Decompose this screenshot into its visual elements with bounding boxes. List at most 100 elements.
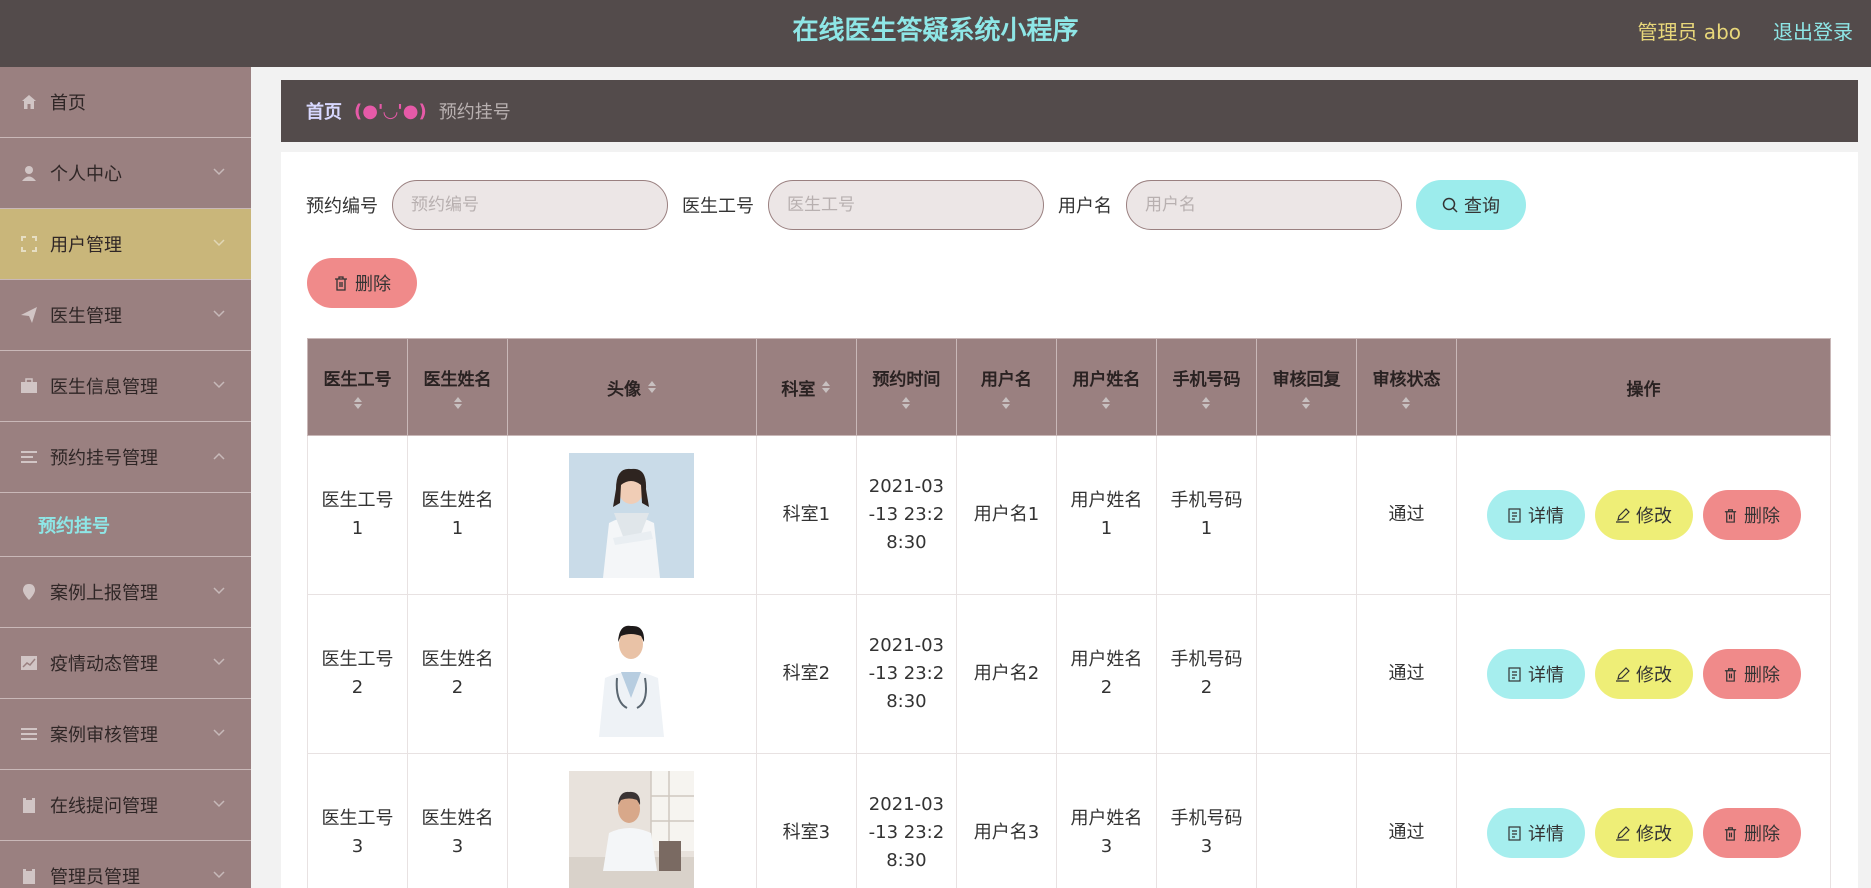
sidebar-item-admin-management[interactable]: 管理员管理 <box>0 841 251 888</box>
sidebar-item-personal-center[interactable]: 个人中心 <box>0 138 251 209</box>
delete-button[interactable]: 删除 <box>1702 649 1801 699</box>
cell-doctor-no: 医生工号 1 <box>306 435 409 595</box>
col-avatar[interactable]: 头像 <box>507 338 757 436</box>
sidebar-subitem-appointment[interactable]: 预约挂号 <box>0 493 251 557</box>
sort-icon <box>1202 396 1211 409</box>
sidebar-item-user-management[interactable]: 用户管理 <box>0 209 251 280</box>
cell-doctor-no: 医生工号 2 <box>306 594 409 754</box>
briefcase-icon <box>20 377 38 395</box>
logout-link[interactable]: 退出登录 <box>1773 16 1853 45</box>
breadcrumb-home[interactable]: 首页 <box>306 98 342 124</box>
cell-username: 用户名2 <box>955 594 1057 754</box>
sidebar-item-label: 疫情动态管理 <box>50 654 158 675</box>
sidebar-item-label: 案例上报管理 <box>50 583 158 604</box>
sidebar-item-epidemic-management[interactable]: 疫情动态管理 <box>0 628 251 699</box>
search-icon <box>1442 197 1458 213</box>
search-label-doctor-no: 医生工号 <box>682 196 754 217</box>
query-button[interactable]: 查询 <box>1416 180 1526 230</box>
cell-phone: 手机号码 2 <box>1155 594 1257 754</box>
location-icon <box>20 583 38 601</box>
top-bar: 在线医生答疑系统小程序 管理员 abo 退出登录 <box>0 0 1871 67</box>
document-icon <box>1508 507 1521 523</box>
chevron-down-icon <box>213 310 225 318</box>
detail-button[interactable]: 详情 <box>1486 490 1585 540</box>
chevron-down-icon <box>213 239 225 247</box>
expand-icon <box>20 235 38 253</box>
sidebar-item-label: 用户管理 <box>50 235 122 256</box>
cell-doctor-no: 医生工号 3 <box>306 753 409 888</box>
delete-button[interactable]: 删除 <box>1702 808 1801 858</box>
edit-button[interactable]: 修改 <box>1594 490 1693 540</box>
appointment-no-input[interactable] <box>392 180 668 230</box>
username-input[interactable] <box>1126 180 1402 230</box>
admin-info: 管理员 abo <box>1637 20 1741 44</box>
col-doctor-name[interactable]: 医生姓名 <box>407 338 509 436</box>
sidebar-item-appointment-management[interactable]: 预约挂号管理 <box>0 422 251 493</box>
doctor-avatar-image <box>569 452 695 578</box>
trash-icon <box>335 276 347 291</box>
cell-appointment-time: 2021-03 -13 23:2 8:30 <box>855 435 957 595</box>
chevron-up-icon <box>213 452 225 460</box>
cell-review-reply <box>1255 594 1357 754</box>
sort-icon <box>1102 396 1111 409</box>
sidebar-item-case-review-management[interactable]: 案例审核管理 <box>0 699 251 770</box>
cell-review-status: 通过 <box>1355 435 1458 595</box>
sort-icon <box>1302 396 1311 409</box>
col-user-fullname[interactable]: 用户姓名 <box>1055 338 1157 436</box>
trash-icon <box>1724 508 1737 523</box>
sort-icon <box>822 381 831 393</box>
table-header-row: 医生工号 医生姓名 头像 科室 预约时间 用户名 用户姓名 手机号码 审核回复 … <box>306 338 1831 436</box>
app-title: 在线医生答疑系统小程序 <box>792 16 1079 46</box>
chevron-down-icon <box>213 587 225 595</box>
chevron-down-icon <box>213 381 225 389</box>
sidebar-item-online-question-management[interactable]: 在线提问管理 <box>0 770 251 841</box>
clipboard-icon <box>20 796 38 814</box>
sidebar-item-label: 医生信息管理 <box>50 377 158 398</box>
detail-button[interactable]: 详情 <box>1486 808 1585 858</box>
delete-button[interactable]: 删除 <box>1702 490 1801 540</box>
list-panel: 预约编号 医生工号 用户名 查询 删除 医生工号 <box>281 152 1858 888</box>
edit-button[interactable]: 修改 <box>1594 649 1693 699</box>
sidebar-item-home[interactable]: 首页 <box>0 67 251 138</box>
chevron-down-icon <box>213 729 225 737</box>
col-department[interactable]: 科室 <box>755 338 857 436</box>
col-username[interactable]: 用户名 <box>955 338 1057 436</box>
batch-delete-button[interactable]: 删除 <box>307 258 417 308</box>
sort-icon <box>647 381 656 393</box>
search-label-appointment-no: 预约编号 <box>306 196 378 217</box>
col-appointment-time[interactable]: 预约时间 <box>855 338 957 436</box>
sidebar-item-doctor-info-management[interactable]: 医生信息管理 <box>0 351 251 422</box>
search-bar: 预约编号 医生工号 用户名 查询 <box>306 180 1526 230</box>
sidebar-item-doctor-management[interactable]: 医生管理 <box>0 280 251 351</box>
detail-button[interactable]: 详情 <box>1486 649 1585 699</box>
sidebar-item-case-report-management[interactable]: 案例上报管理 <box>0 557 251 628</box>
chevron-down-icon <box>213 658 225 666</box>
sidebar-item-label: 在线提问管理 <box>50 796 158 817</box>
col-actions: 操作 <box>1456 338 1831 436</box>
table-row: 医生工号 3 医生姓名 3 科室3 2021-03 -13 23:2 8:30 … <box>306 753 1831 888</box>
home-icon <box>20 93 38 111</box>
sort-icon <box>1402 396 1411 409</box>
col-doctor-no[interactable]: 医生工号 <box>306 338 409 436</box>
sort-icon <box>453 396 462 409</box>
col-review-status[interactable]: 审核状态 <box>1355 338 1458 436</box>
cell-review-reply <box>1255 753 1357 888</box>
col-review-reply[interactable]: 审核回复 <box>1255 338 1357 436</box>
table-row: 医生工号 1 医生姓名 1 科室1 2021-03 -13 23:2 8:30 … <box>306 435 1831 595</box>
sort-icon <box>902 396 911 409</box>
sidebar-item-label: 管理员管理 <box>50 867 140 888</box>
document-icon <box>1508 825 1521 841</box>
cell-user-fullname: 用户姓名 2 <box>1055 594 1157 754</box>
col-phone[interactable]: 手机号码 <box>1155 338 1257 436</box>
cell-doctor-name: 医生姓名 1 <box>407 435 509 595</box>
search-label-username: 用户名 <box>1058 196 1112 217</box>
cell-user-fullname: 用户姓名 3 <box>1055 753 1157 888</box>
table-row: 医生工号 2 医生姓名 2 科室2 2021-03 -13 23:2 8:30 … <box>306 594 1831 754</box>
chart-icon <box>20 654 38 672</box>
sort-icon <box>353 396 362 409</box>
pencil-icon <box>1616 507 1630 523</box>
doctor-no-input[interactable] <box>768 180 1044 230</box>
clipboard-icon <box>20 867 38 885</box>
cell-review-reply <box>1255 435 1357 595</box>
edit-button[interactable]: 修改 <box>1594 808 1693 858</box>
